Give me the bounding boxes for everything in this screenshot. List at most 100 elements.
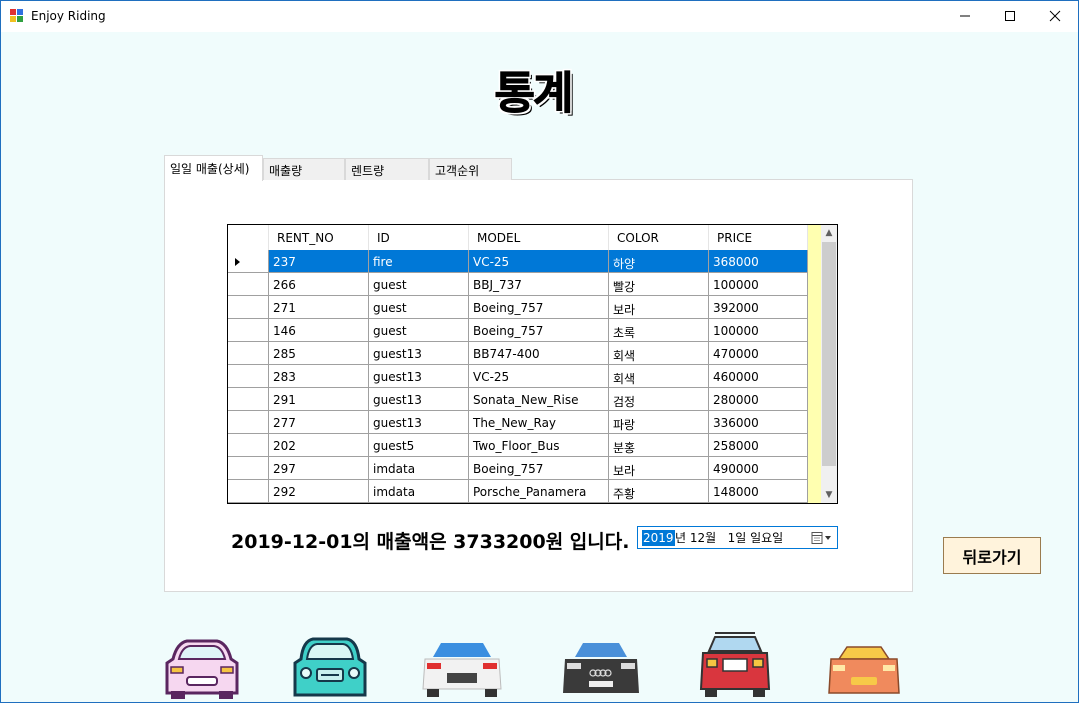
vertical-scrollbar[interactable]: ▲ ▼ bbox=[821, 225, 837, 503]
table-row[interactable]: 292 imdata Porsche_Panamera 주황 148000 bbox=[228, 480, 808, 503]
cell-color[interactable]: 하양 bbox=[609, 250, 709, 273]
row-header[interactable] bbox=[228, 434, 269, 457]
cell-id[interactable]: imdata bbox=[369, 480, 469, 503]
cell-model[interactable]: Boeing_757 bbox=[469, 457, 609, 480]
table-row[interactable]: 283 guest13 VC-25 회색 460000 bbox=[228, 365, 808, 388]
scroll-down-icon[interactable]: ▼ bbox=[821, 487, 837, 503]
table-row[interactable]: 291 guest13 Sonata_New_Rise 검정 280000 bbox=[228, 388, 808, 411]
minimize-button[interactable] bbox=[942, 1, 988, 31]
cell-model[interactable]: Boeing_757 bbox=[469, 319, 609, 342]
cell-model[interactable]: Porsche_Panamera bbox=[469, 480, 609, 503]
cell-model[interactable]: The_New_Ray bbox=[469, 411, 609, 434]
cell-color[interactable]: 회색 bbox=[609, 365, 709, 388]
cell-id[interactable]: fire bbox=[369, 250, 469, 273]
cell-rent-no[interactable]: 291 bbox=[269, 388, 369, 411]
cell-color[interactable]: 보라 bbox=[609, 296, 709, 319]
cell-rent-no[interactable]: 202 bbox=[269, 434, 369, 457]
table-row[interactable]: 237 fire VC-25 하양 368000 bbox=[228, 250, 808, 273]
table-row[interactable]: 285 guest13 BB747-400 회색 470000 bbox=[228, 342, 808, 365]
cell-price[interactable]: 470000 bbox=[709, 342, 808, 365]
cell-model[interactable]: BB747-400 bbox=[469, 342, 609, 365]
cell-color[interactable]: 분홍 bbox=[609, 434, 709, 457]
table-row[interactable]: 277 guest13 The_New_Ray 파랑 336000 bbox=[228, 411, 808, 434]
cell-rent-no[interactable]: 283 bbox=[269, 365, 369, 388]
column-header-id[interactable]: ID bbox=[369, 225, 469, 250]
row-header[interactable] bbox=[228, 342, 269, 365]
tab-customer-rank[interactable]: 고객순위 bbox=[429, 158, 512, 180]
row-header[interactable] bbox=[228, 273, 269, 296]
title-bar[interactable]: Enjoy Riding bbox=[1, 1, 1078, 32]
row-header[interactable] bbox=[228, 296, 269, 319]
column-header-color[interactable]: COLOR bbox=[609, 225, 709, 250]
cell-model[interactable]: VC-25 bbox=[469, 250, 609, 273]
cell-price[interactable]: 100000 bbox=[709, 273, 808, 296]
cell-color[interactable]: 주황 bbox=[609, 480, 709, 503]
table-row[interactable]: 146 guest Boeing_757 초록 100000 bbox=[228, 319, 808, 342]
cell-color[interactable]: 검정 bbox=[609, 388, 709, 411]
tab-sales-volume[interactable]: 매출량 bbox=[263, 158, 345, 180]
cell-model[interactable]: Sonata_New_Rise bbox=[469, 388, 609, 411]
cell-id[interactable]: guest13 bbox=[369, 388, 469, 411]
cell-id[interactable]: guest13 bbox=[369, 365, 469, 388]
scrollbar-thumb[interactable] bbox=[822, 242, 836, 466]
cell-id[interactable]: guest bbox=[369, 296, 469, 319]
cell-id[interactable]: imdata bbox=[369, 457, 469, 480]
cell-color[interactable]: 보라 bbox=[609, 457, 709, 480]
cell-rent-no[interactable]: 285 bbox=[269, 342, 369, 365]
cell-rent-no[interactable]: 297 bbox=[269, 457, 369, 480]
cell-model[interactable]: Boeing_757 bbox=[469, 296, 609, 319]
row-header[interactable] bbox=[228, 411, 269, 434]
cell-rent-no[interactable]: 266 bbox=[269, 273, 369, 296]
cell-rent-no[interactable]: 292 bbox=[269, 480, 369, 503]
row-header[interactable] bbox=[228, 480, 269, 503]
maximize-button[interactable] bbox=[987, 1, 1033, 31]
date-picker[interactable]: 2019 년 12월 1일 일요일 bbox=[637, 526, 838, 549]
back-button[interactable]: 뒤로가기 bbox=[943, 537, 1041, 574]
row-header[interactable] bbox=[228, 250, 269, 273]
cell-model[interactable]: Two_Floor_Bus bbox=[469, 434, 609, 457]
cell-color[interactable]: 빨강 bbox=[609, 273, 709, 296]
cell-model[interactable]: BBJ_737 bbox=[469, 273, 609, 296]
cell-id[interactable]: guest bbox=[369, 319, 469, 342]
scroll-up-icon[interactable]: ▲ bbox=[821, 225, 837, 241]
date-picker-date[interactable]: 년 12월 1일 일요일 bbox=[675, 530, 783, 546]
row-header[interactable] bbox=[228, 457, 269, 480]
tab-rent-volume[interactable]: 렌트량 bbox=[345, 158, 429, 180]
cell-rent-no[interactable]: 271 bbox=[269, 296, 369, 319]
cell-color[interactable]: 회색 bbox=[609, 342, 709, 365]
row-header[interactable] bbox=[228, 319, 269, 342]
date-picker-year[interactable]: 2019 bbox=[642, 530, 675, 546]
cell-price[interactable]: 280000 bbox=[709, 388, 808, 411]
tab-daily-sales[interactable]: 일일 매출(상세) bbox=[164, 155, 263, 181]
cell-price[interactable]: 368000 bbox=[709, 250, 808, 273]
table-row[interactable]: 297 imdata Boeing_757 보라 490000 bbox=[228, 457, 808, 480]
row-header[interactable] bbox=[228, 365, 269, 388]
cell-price[interactable]: 490000 bbox=[709, 457, 808, 480]
calendar-dropdown-icon[interactable] bbox=[811, 531, 833, 545]
cell-id[interactable]: guest bbox=[369, 273, 469, 296]
cell-color[interactable]: 초록 bbox=[609, 319, 709, 342]
cell-id[interactable]: guest13 bbox=[369, 342, 469, 365]
table-row[interactable]: 266 guest BBJ_737 빨강 100000 bbox=[228, 273, 808, 296]
column-header-rent-no[interactable]: RENT_NO bbox=[269, 225, 369, 250]
table-row[interactable]: 202 guest5 Two_Floor_Bus 분홍 258000 bbox=[228, 434, 808, 457]
close-button[interactable] bbox=[1032, 1, 1078, 31]
cell-rent-no[interactable]: 277 bbox=[269, 411, 369, 434]
row-header[interactable] bbox=[228, 388, 269, 411]
rent-data-grid[interactable]: RENT_NO ID MODEL COLOR PRICE 237 fire VC-2… bbox=[227, 224, 838, 504]
cell-price[interactable]: 100000 bbox=[709, 319, 808, 342]
cell-rent-no[interactable]: 146 bbox=[269, 319, 369, 342]
cell-model[interactable]: VC-25 bbox=[469, 365, 609, 388]
cell-id[interactable]: guest13 bbox=[369, 411, 469, 434]
table-row[interactable]: 271 guest Boeing_757 보라 392000 bbox=[228, 296, 808, 319]
cell-price[interactable]: 392000 bbox=[709, 296, 808, 319]
cell-price[interactable]: 460000 bbox=[709, 365, 808, 388]
cell-price[interactable]: 148000 bbox=[709, 480, 808, 503]
column-header-model[interactable]: MODEL bbox=[469, 225, 609, 250]
column-header-price[interactable]: PRICE bbox=[709, 225, 808, 250]
cell-price[interactable]: 258000 bbox=[709, 434, 808, 457]
cell-color[interactable]: 파랑 bbox=[609, 411, 709, 434]
cell-id[interactable]: guest5 bbox=[369, 434, 469, 457]
cell-price[interactable]: 336000 bbox=[709, 411, 808, 434]
cell-rent-no[interactable]: 237 bbox=[269, 250, 369, 273]
